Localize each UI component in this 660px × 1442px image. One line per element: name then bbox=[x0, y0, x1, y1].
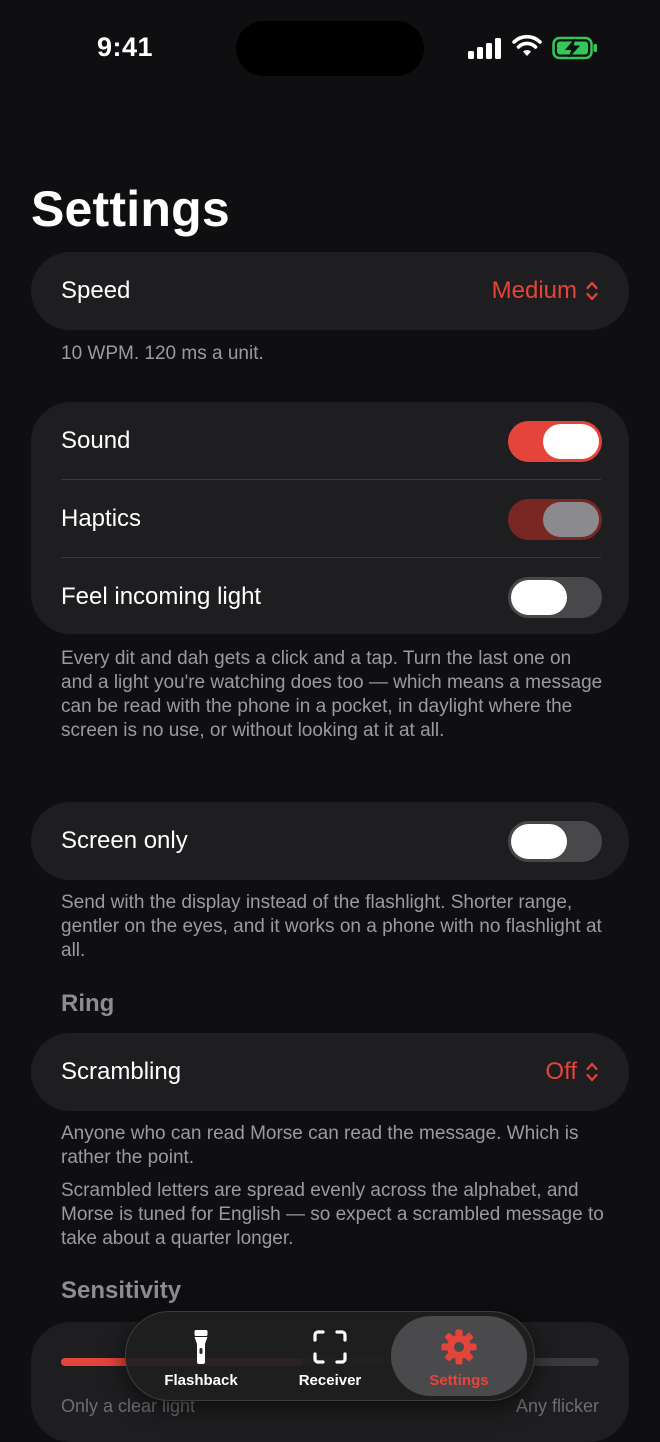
toggle-knob bbox=[543, 502, 599, 537]
haptics-toggle[interactable] bbox=[508, 499, 602, 540]
flashlight-icon bbox=[194, 1330, 208, 1364]
feedback-footnote: Every dit and dah gets a click and a tap… bbox=[61, 648, 603, 741]
sound-row: Sound bbox=[31, 402, 629, 480]
tab-flashback[interactable]: Flashback bbox=[133, 1316, 269, 1396]
screen-only-toggle[interactable] bbox=[508, 821, 602, 862]
wifi-icon bbox=[512, 34, 542, 56]
speed-value: Medium bbox=[491, 277, 577, 304]
tab-bar: Flashback Receiver Settings bbox=[125, 1311, 535, 1401]
tab-flashback-label: Flashback bbox=[164, 1372, 238, 1389]
viewfinder-icon bbox=[313, 1330, 347, 1364]
speed-row[interactable]: Speed Medium bbox=[31, 252, 629, 330]
screen-only-label: Screen only bbox=[61, 827, 188, 854]
tab-receiver[interactable]: Receiver bbox=[262, 1316, 398, 1396]
scrambling-footnote-detail: Scrambled letters are spread evenly acro… bbox=[61, 1180, 604, 1249]
feel-light-toggle[interactable] bbox=[508, 577, 602, 618]
toggle-knob bbox=[543, 424, 599, 459]
speed-label: Speed bbox=[61, 277, 131, 304]
toggle-knob bbox=[511, 824, 567, 859]
sound-toggle[interactable] bbox=[508, 421, 602, 462]
speed-picker[interactable]: Medium bbox=[492, 252, 599, 330]
sound-label: Sound bbox=[61, 427, 131, 454]
sensitivity-section-header: Sensitivity bbox=[61, 1277, 182, 1304]
scrambling-row[interactable]: Scrambling Off bbox=[31, 1033, 629, 1111]
feedback-card: Sound Haptics Feel incoming light bbox=[31, 402, 629, 634]
dynamic-island bbox=[236, 21, 424, 76]
tab-settings[interactable]: Settings bbox=[391, 1316, 527, 1396]
haptics-row: Haptics bbox=[31, 480, 629, 558]
screen-only-row: Screen only bbox=[31, 802, 629, 880]
chevron-up-down-icon bbox=[586, 281, 598, 301]
haptics-label: Haptics bbox=[61, 505, 142, 532]
sensitivity-max-label: Any flicker bbox=[515, 1396, 599, 1416]
page-title: Settings bbox=[31, 181, 230, 237]
scrambling-picker[interactable]: Off bbox=[545, 1033, 599, 1111]
tab-settings-label: Settings bbox=[429, 1372, 489, 1389]
gear-icon bbox=[441, 1329, 477, 1365]
tab-receiver-label: Receiver bbox=[298, 1372, 362, 1389]
speed-card: Speed Medium bbox=[31, 252, 629, 330]
scrambling-footnote: Anyone who can read Morse can read the m… bbox=[61, 1123, 579, 1168]
status-bar: 9:41 bbox=[0, 0, 660, 100]
speed-footnote: 10 WPM. 120 ms a unit. bbox=[61, 343, 264, 364]
scrambling-value: Off bbox=[545, 1058, 577, 1085]
battery-charging-icon bbox=[552, 36, 597, 60]
cellular-signal-icon bbox=[468, 37, 502, 59]
feel-light-label: Feel incoming light bbox=[61, 583, 262, 610]
scrambling-card: Scrambling Off bbox=[31, 1033, 629, 1111]
screen-only-footnote: Send with the display instead of the fla… bbox=[61, 892, 602, 961]
chevron-up-down-icon bbox=[586, 1062, 598, 1082]
status-time: 9:41 bbox=[97, 32, 154, 62]
screen-only-card: Screen only bbox=[31, 802, 629, 880]
ring-section-header: Ring bbox=[61, 990, 115, 1017]
toggle-knob bbox=[511, 580, 567, 615]
scrambling-label: Scrambling bbox=[61, 1058, 182, 1085]
feel-light-row: Feel incoming light bbox=[31, 558, 629, 636]
